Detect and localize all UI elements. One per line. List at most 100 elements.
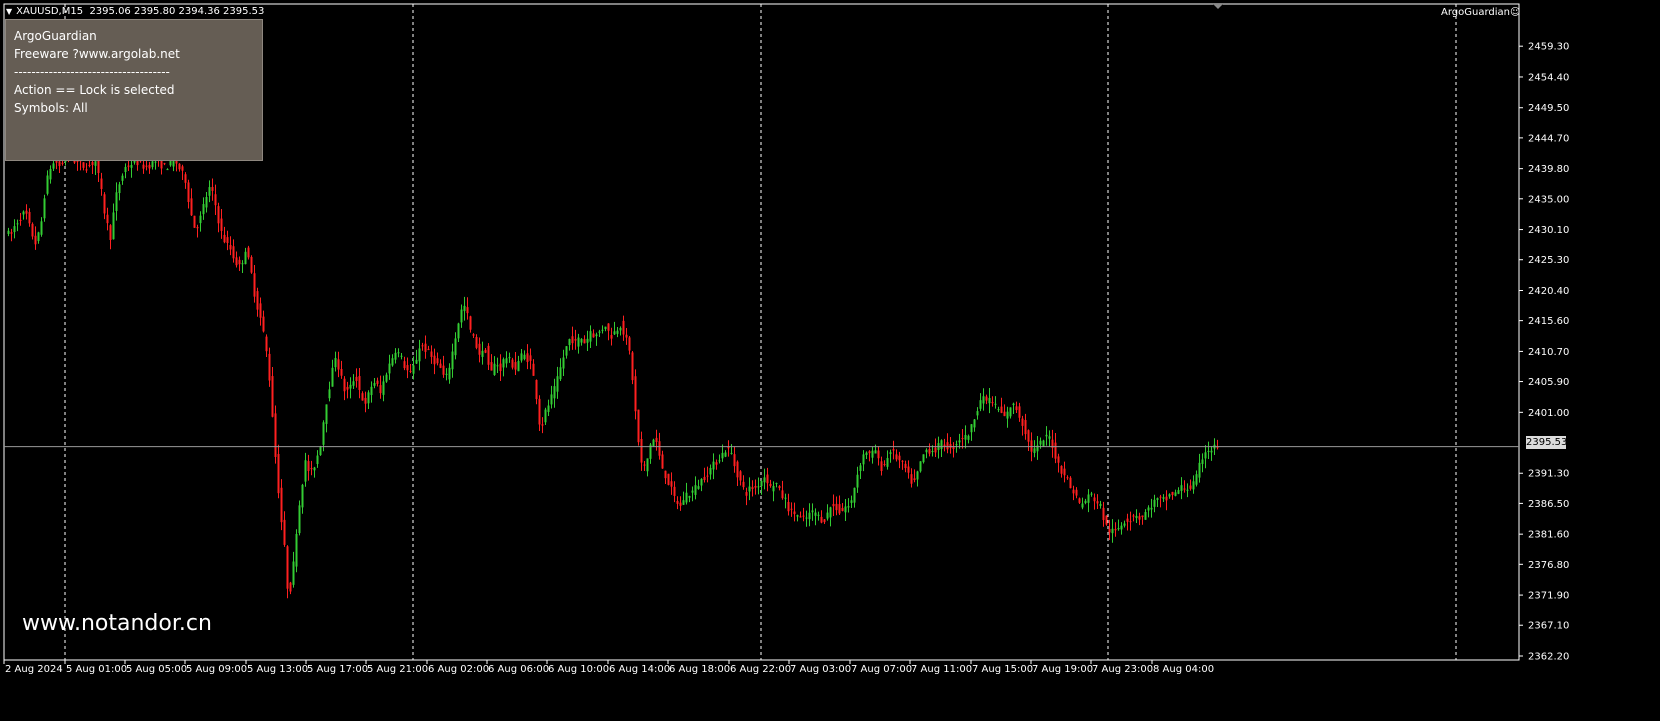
candle [1093,493,1096,510]
candle [163,162,166,166]
candle [472,333,475,339]
candle-body [517,360,520,372]
candle [208,180,211,203]
candle-body [724,452,727,457]
candle [529,348,532,370]
candle [1195,470,1198,487]
candle-body [892,449,895,451]
candle-body [1177,490,1180,494]
candle [343,376,346,401]
candle [1075,487,1078,499]
candle-body [283,519,286,545]
candle-body [1129,521,1132,523]
candle-body [1174,492,1177,496]
time-axis-label: 7 Aug 07:00 [851,664,912,675]
candle [409,364,412,374]
candle [352,374,355,390]
candle [937,436,940,459]
candle [76,159,79,171]
candle [1012,402,1015,414]
time-axis-label: 7 Aug 11:00 [911,664,972,675]
candle [733,446,736,473]
candle [613,321,616,335]
price-tick-label: 2444.70 [1528,133,1569,144]
candle-body [958,440,961,443]
candle [334,351,337,372]
candle [361,391,364,401]
candle-body [181,166,184,171]
candle-body [1201,459,1204,464]
candle [781,480,784,500]
candle [421,342,424,351]
candle [1033,440,1036,458]
candle-body [211,187,214,191]
candle [640,431,643,471]
candle [676,496,679,510]
candle [1096,494,1099,510]
candle [46,170,49,196]
candle-body [427,348,430,350]
candle [652,438,655,447]
candle [979,393,982,412]
candle [1084,498,1087,505]
candle [115,182,118,221]
candle-body [934,447,937,453]
candle-body [709,467,712,475]
candle-body [865,452,868,455]
candle [280,479,283,531]
candle [772,481,775,502]
candle [28,208,31,227]
candle-body [1111,528,1114,534]
candle-body [595,334,598,337]
candle [436,352,439,366]
candle [1171,491,1174,500]
candle [1210,445,1213,461]
candle [1132,513,1135,522]
candle [499,354,502,381]
candle [328,381,331,402]
candle-body [748,486,751,492]
candle [622,315,625,341]
candle [556,366,559,399]
candle [862,450,865,472]
candle-body [307,461,310,471]
candle [889,449,892,463]
candle [667,473,670,486]
time-axis-label: 2 Aug 2024 [5,664,63,675]
candle-body [721,452,724,459]
candle [427,345,430,351]
candle [907,460,910,479]
candle [682,491,685,505]
candle [763,468,766,490]
candle [895,449,898,462]
candle-body [1150,507,1153,510]
candle-body [634,376,637,412]
candle [109,224,112,250]
candle [238,256,241,272]
candle [988,387,991,414]
candle [1141,515,1144,525]
candle-body [1183,488,1186,490]
candle-body [655,437,658,443]
candle [826,504,829,521]
candle-body [805,517,808,519]
price-tick-label: 2454.40 [1528,72,1569,83]
candle-body [1168,494,1171,497]
candle [817,511,820,521]
expert-advisor-label[interactable]: ArgoGuardian☺ [1441,7,1520,18]
candle-body [526,353,529,362]
candle-body [379,385,382,394]
candle [466,297,469,320]
candle [205,191,208,213]
candle-body [1144,511,1147,520]
candle [766,467,769,492]
candle-body [43,198,46,219]
candle [304,452,307,487]
candle [952,442,955,458]
candle [751,480,754,497]
collapse-triangle-icon[interactable]: ▼ [6,7,12,16]
candle [262,310,265,333]
candle [1003,404,1006,417]
candle [568,338,571,351]
candle-body [1189,485,1192,489]
